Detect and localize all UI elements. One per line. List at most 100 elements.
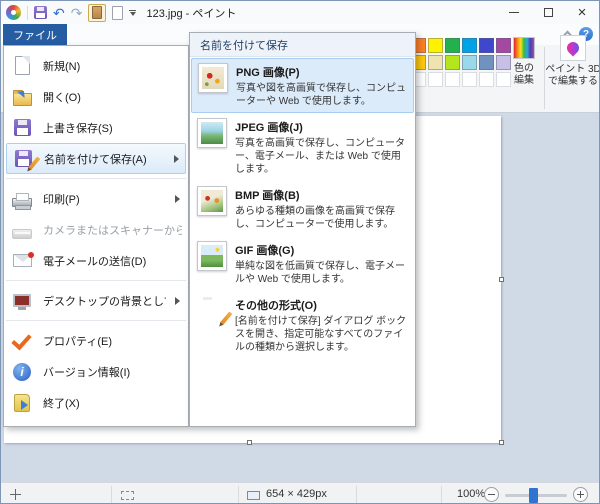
color-swatch[interactable] — [428, 38, 443, 53]
color-swatch[interactable] — [479, 55, 494, 70]
maximize-button[interactable] — [531, 1, 565, 24]
menu-item-print[interactable]: 印刷(P) — [4, 183, 188, 214]
submenu-arrow-icon — [175, 296, 180, 305]
color-swatch[interactable] — [445, 55, 460, 70]
empty-color-slot[interactable] — [445, 72, 460, 87]
menu-item-new-label: 新規(N) — [43, 60, 81, 73]
jpeg-image-icon — [197, 118, 227, 148]
menu-item-save[interactable]: 上書き保存(S) — [4, 112, 188, 143]
menu-item-open-label: 開く(O) — [43, 91, 81, 104]
divider — [441, 486, 442, 503]
new-document-icon[interactable] — [112, 5, 124, 20]
title-bar: ↶ ↷ 123.jpg - ペイント × — [1, 1, 599, 24]
exit-icon — [14, 393, 30, 412]
maximize-icon — [543, 8, 553, 17]
save-floppy-icon — [13, 119, 31, 136]
checkmark-icon — [11, 330, 33, 352]
customize-qat-dropdown-icon[interactable] — [129, 9, 137, 16]
edit-colors-button[interactable]: 色の編集 — [506, 37, 542, 87]
saveas-option-bmp[interactable]: BMP 画像(B) あらゆる種類の画像を高画質で保存し、コンピューターで使用しま… — [190, 181, 415, 236]
edit-colors-label: 色の編集 — [514, 63, 534, 86]
minimize-button[interactable] — [497, 1, 531, 24]
menu-item-about[interactable]: i バージョン情報(I) — [4, 356, 188, 387]
undo-icon[interactable]: ↶ — [53, 6, 65, 20]
edit-colors-icon — [513, 37, 535, 59]
desktop-monitor-icon — [13, 294, 31, 310]
menu-item-save-as-label: 名前を付けて保存(A) — [44, 153, 147, 166]
tab-file[interactable]: ファイル — [3, 24, 67, 45]
jpeg-title: JPEG 画像(J) — [235, 122, 303, 134]
color-swatch[interactable] — [428, 55, 443, 70]
divider — [356, 486, 357, 503]
paint3d-label: ペイント 3D で編集する — [545, 64, 600, 87]
quick-access-toolbar: ↶ ↷ — [1, 3, 137, 22]
menu-item-exit[interactable]: 終了(X) — [4, 387, 188, 418]
menu-item-properties-label: プロパティ(E) — [43, 335, 113, 348]
printer-icon — [12, 193, 32, 210]
png-description: 写真や図を高画質で保存し、コンピューターや Web で使用します。 — [236, 83, 406, 107]
menu-item-print-label: 印刷(P) — [43, 193, 80, 206]
png-image-icon — [198, 63, 228, 93]
saveas-option-other[interactable]: その他の形式(O) [名前を付けて保存] ダイアログ ボックスを開き、指定可能な… — [190, 291, 415, 359]
image-size-icon — [247, 491, 260, 500]
menu-separator — [6, 178, 186, 179]
menu-separator — [6, 280, 186, 281]
paint-app-icon[interactable] — [6, 5, 21, 20]
close-button[interactable]: × — [565, 1, 599, 24]
saveas-option-gif[interactable]: GIF 画像(G) 単純な図を低画質で保存し、電子メールや Web で使用します… — [190, 236, 415, 291]
save-icon[interactable] — [34, 6, 47, 19]
menu-item-save-as[interactable]: 名前を付けて保存(A) — [6, 143, 186, 174]
menu-item-set-desktop[interactable]: デスクトップの背景として設定(B) — [4, 285, 188, 316]
empty-color-slot[interactable] — [462, 72, 477, 87]
zoom-slider[interactable] — [505, 488, 567, 503]
resize-handle-corner[interactable] — [499, 440, 504, 445]
menu-item-exit-label: 終了(X) — [43, 397, 80, 410]
clipboard-icon[interactable] — [88, 3, 107, 22]
menu-item-send-email[interactable]: 電子メールの送信(D) — [4, 245, 188, 276]
gif-description: 単純な図を低画質で保存し、電子メールや Web で使用します。 — [235, 261, 405, 285]
menu-item-open[interactable]: 開く(O) — [4, 81, 188, 112]
saveas-option-png[interactable]: PNG 画像(P) 写真や図を高画質で保存し、コンピューターや Web で使用し… — [191, 58, 414, 113]
color-swatch[interactable] — [445, 38, 460, 53]
other-format-floppy-icon — [197, 296, 233, 326]
zoom-level: 100% — [457, 488, 486, 500]
minimize-icon — [509, 12, 519, 13]
paint-window: ↶ ↷ 123.jpg - ペイント × ファイル ? 色の編集 ペイント 3D… — [0, 0, 600, 504]
resize-handle-right[interactable] — [499, 277, 504, 282]
zoom-slider-thumb[interactable] — [529, 488, 538, 503]
zoom-out-button[interactable] — [484, 487, 499, 502]
menu-separator — [6, 320, 186, 321]
file-menu: 新規(N) 開く(O) 上書き保存(S) 名前を付けて保存(A) 印刷(P) カ… — [3, 45, 189, 427]
menu-item-properties[interactable]: プロパティ(E) — [4, 325, 188, 356]
save-as-submenu: 名前を付けて保存 PNG 画像(P) 写真や図を高画質で保存し、コンピューターや… — [189, 32, 416, 427]
menu-item-save-label: 上書き保存(S) — [43, 122, 113, 135]
submenu-header: 名前を付けて保存 — [190, 33, 415, 57]
empty-color-slot[interactable] — [428, 72, 443, 87]
saveas-option-jpeg[interactable]: JPEG 画像(J) 写真を高画質で保存し、コンピューター、電子メール、または … — [190, 113, 415, 181]
bmp-image-icon — [197, 186, 227, 216]
empty-color-slot[interactable] — [479, 72, 494, 87]
menu-item-from-scanner: カメラまたはスキャナーから取り込み(M) — [4, 214, 188, 245]
color-palette — [411, 38, 513, 89]
redo-icon[interactable]: ↷ — [71, 6, 83, 20]
other-title: その他の形式(O) — [235, 300, 317, 312]
bmp-description: あらゆる種類の画像を高画質で保存し、コンピューターで使用します。 — [235, 206, 395, 230]
window-title: 123.jpg - ペイント — [146, 7, 237, 20]
status-bar: 654 × 429px 100% — [1, 482, 599, 503]
zoom-in-button[interactable] — [573, 487, 588, 502]
menu-item-new[interactable]: 新規(N) — [4, 50, 188, 81]
gif-title: GIF 画像(G) — [235, 245, 295, 257]
menu-item-set-desktop-label: デスクトップの背景として設定(B) — [43, 295, 166, 308]
cursor-position-icon — [10, 489, 21, 500]
color-swatch[interactable] — [479, 38, 494, 53]
color-swatch[interactable] — [462, 38, 477, 53]
bmp-title: BMP 画像(B) — [235, 190, 300, 202]
info-icon: i — [13, 362, 31, 381]
open-folder-icon — [12, 90, 32, 106]
edit-with-paint3d-button[interactable]: ペイント 3D で編集する — [545, 35, 600, 88]
color-swatch[interactable] — [462, 55, 477, 70]
close-icon: × — [577, 4, 587, 21]
paint3d-icon — [560, 35, 586, 61]
resize-handle-bottom[interactable] — [247, 440, 252, 445]
other-description: [名前を付けて保存] ダイアログ ボックスを開き、指定可能なすべてのファイルの種… — [235, 316, 407, 353]
